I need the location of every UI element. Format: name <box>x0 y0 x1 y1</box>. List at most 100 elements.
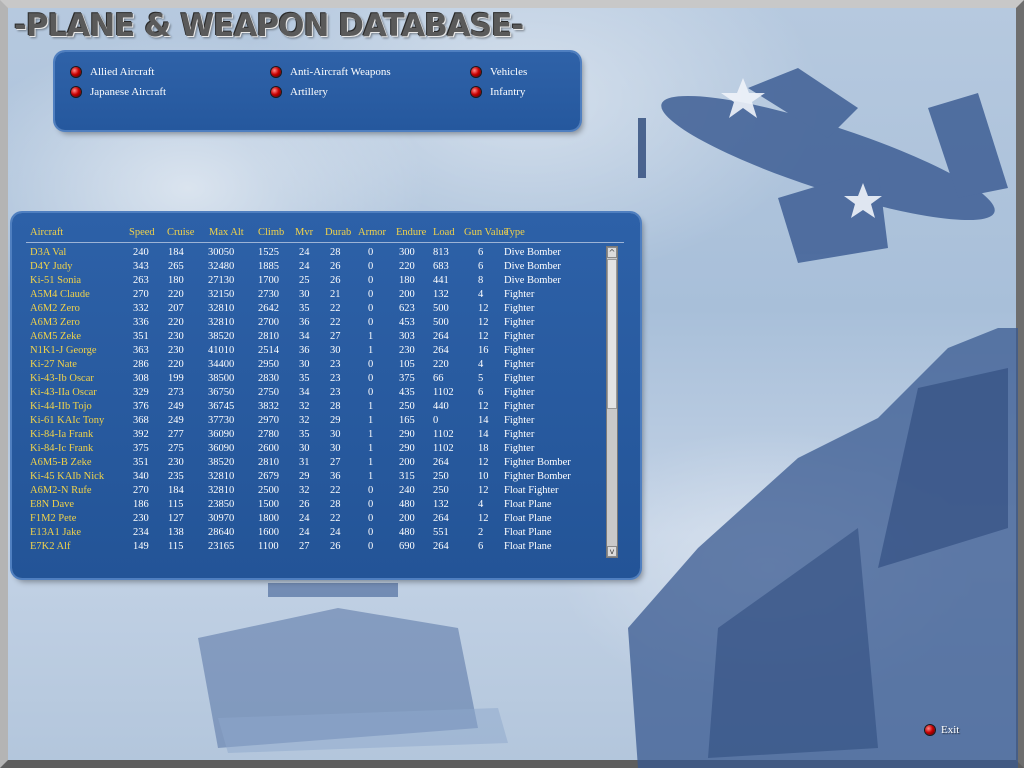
aircraft-name: Ki-27 Nate <box>30 359 77 370</box>
table-cell: 1102 <box>433 443 454 454</box>
table-cell: 0 <box>368 275 374 286</box>
table-cell: 35 <box>299 429 310 440</box>
scroll-up-button[interactable]: ^ <box>607 247 617 258</box>
table-cell: Fighter <box>504 345 535 356</box>
table-cell: 28640 <box>208 527 235 538</box>
table-cell: 26 <box>330 541 341 552</box>
table-cell: 115 <box>168 499 184 510</box>
table-cell: 500 <box>433 303 449 314</box>
table-cell: 12 <box>478 317 489 328</box>
table-cell: 368 <box>133 415 149 426</box>
table-cell: 165 <box>399 415 415 426</box>
table-cell: 29 <box>299 471 310 482</box>
table-cell: 453 <box>399 317 415 328</box>
table-cell: 5 <box>478 373 484 384</box>
table-cell: 286 <box>133 359 149 370</box>
table-cell: 0 <box>368 303 374 314</box>
scroll-down-button[interactable]: v <box>607 546 617 557</box>
header-aircraft[interactable]: Aircraft <box>30 227 63 238</box>
header-cruise[interactable]: Cruise <box>167 227 194 238</box>
table-cell: 1102 <box>433 429 454 440</box>
header-max-alt[interactable]: Max Alt <box>209 227 244 238</box>
red-led-icon <box>925 725 935 735</box>
table-cell: 2970 <box>258 415 279 426</box>
category-allied-aircraft[interactable]: Allied Aircraft <box>71 66 154 78</box>
category-japanese-aircraft[interactable]: Japanese Aircraft <box>71 86 166 98</box>
header-climb[interactable]: Climb <box>258 227 284 238</box>
table-cell: 23 <box>330 387 341 398</box>
aircraft-name: E7K2 Alf <box>30 541 71 552</box>
table-cell: 2 <box>478 527 484 538</box>
table-cell: 375 <box>399 373 415 384</box>
table-cell: 16 <box>478 345 489 356</box>
category-artillery[interactable]: Artillery <box>271 86 328 98</box>
exit-button[interactable]: Exit <box>925 724 959 736</box>
table-cell: 303 <box>399 331 415 342</box>
header-durab[interactable]: Durab <box>325 227 351 238</box>
table-cell: 32480 <box>208 261 235 272</box>
category-infantry[interactable]: Infantry <box>471 86 525 98</box>
table-cell: 264 <box>433 513 449 524</box>
header-speed[interactable]: Speed <box>129 227 155 238</box>
header-load[interactable]: Load <box>433 227 455 238</box>
table-cell: 36 <box>299 345 310 356</box>
table-cell: 30 <box>299 359 310 370</box>
vertical-scrollbar[interactable]: ^ v <box>606 246 618 558</box>
table-cell: 35 <box>299 373 310 384</box>
table-cell: 30970 <box>208 513 235 524</box>
table-cell: Float Plane <box>504 499 552 510</box>
table-cell: 250 <box>433 471 449 482</box>
table-cell: 0 <box>368 527 374 538</box>
table-cell: 813 <box>433 247 449 258</box>
table-cell: 623 <box>399 303 415 314</box>
table-cell: 1 <box>368 401 374 412</box>
table-cell: 0 <box>368 485 374 496</box>
table-cell: 2810 <box>258 331 279 342</box>
red-led-icon <box>71 67 81 77</box>
table-cell: 2642 <box>258 303 279 314</box>
table-cell: 0 <box>368 289 374 300</box>
header-armor[interactable]: Armor <box>358 227 386 238</box>
category-vehicles[interactable]: Vehicles <box>471 66 527 78</box>
red-led-icon <box>471 87 481 97</box>
table-cell: Fighter <box>504 303 535 314</box>
table-cell: 220 <box>168 359 184 370</box>
table-cell: 10 <box>478 471 489 482</box>
table-cell: 200 <box>399 513 415 524</box>
table-cell: 14 <box>478 415 489 426</box>
table-cell: Fighter <box>504 359 535 370</box>
table-cell: 240 <box>399 485 415 496</box>
table-cell: 441 <box>433 275 449 286</box>
category-anti-aircraft-weapons[interactable]: Anti-Aircraft Weapons <box>271 66 391 78</box>
header-endure[interactable]: Endure <box>396 227 426 238</box>
table-cell: 38520 <box>208 331 235 342</box>
header-mvr[interactable]: Mvr <box>295 227 313 238</box>
aircraft-name: A6M2-N Rufe <box>30 485 92 496</box>
table-cell: 240 <box>133 247 149 258</box>
table-cell: 275 <box>168 443 184 454</box>
table-cell: 1 <box>368 429 374 440</box>
table-cell: 1885 <box>258 261 279 272</box>
table-cell: 30 <box>330 443 341 454</box>
scroll-thumb[interactable] <box>607 259 617 409</box>
table-cell: 149 <box>133 541 149 552</box>
table-cell: 0 <box>368 541 374 552</box>
table-cell: 270 <box>133 485 149 496</box>
aircraft-name: A6M5-B Zeke <box>30 457 92 468</box>
header-type[interactable]: Type <box>504 227 525 238</box>
table-cell: 290 <box>399 443 415 454</box>
table-cell: 200 <box>399 457 415 468</box>
table-cell: Fighter <box>504 331 535 342</box>
table-cell: 315 <box>399 471 415 482</box>
table-cell: 26 <box>330 261 341 272</box>
table-cell: 27 <box>299 541 310 552</box>
table-cell: 264 <box>433 345 449 356</box>
aircraft-name: Ki-61 KAIc Tony <box>30 415 105 426</box>
table-cell: 351 <box>133 457 149 468</box>
table-cell: 24 <box>330 527 341 538</box>
table-cell: 0 <box>368 317 374 328</box>
table-cell: Dive Bomber <box>504 247 561 258</box>
table-cell: 26 <box>299 499 310 510</box>
table-cell: 12 <box>478 513 489 524</box>
header-gun-value[interactable]: Gun Value <box>464 227 508 238</box>
